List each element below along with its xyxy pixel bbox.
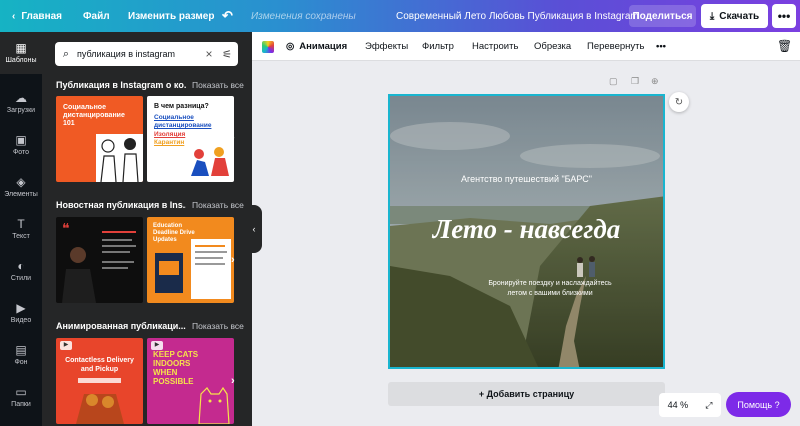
rail-item-styles[interactable]: ◐ Стили <box>0 250 42 292</box>
rail-label: Текст <box>12 233 30 240</box>
note-icon[interactable]: ▢ <box>609 76 618 87</box>
clear-icon[interactable]: × <box>202 47 216 61</box>
chevron-left-icon: ‹ <box>252 224 256 234</box>
show-all-link[interactable]: Показать все <box>192 80 244 90</box>
effects-button[interactable]: Эффекты <box>365 32 408 61</box>
search-icon: ⌕ <box>62 47 70 60</box>
search-box[interactable]: ⌕ публикация в instagram × ⚟ <box>55 42 238 66</box>
people-illustration <box>191 147 229 176</box>
rail-label: Фото <box>12 149 30 156</box>
duplicate-page-icon[interactable]: ❐ <box>631 76 639 87</box>
rail-item-photos[interactable]: ▣ Фото <box>0 124 42 166</box>
zoom-control[interactable]: 44 % ⤢ <box>659 393 721 417</box>
template-thumb[interactable]: ❝ <box>56 217 143 303</box>
folder-icon: ▭ <box>15 385 27 399</box>
add-page-button[interactable]: + Добавить страницу <box>388 382 665 406</box>
food-illustration <box>76 378 124 424</box>
color-picker-button[interactable] <box>262 32 274 61</box>
photo-icon: ▣ <box>15 133 27 147</box>
chevron-right-icon[interactable]: › <box>231 254 235 266</box>
rail-item-text[interactable]: T Текст <box>0 208 42 250</box>
download-button[interactable]: ⤓ Скачать <box>701 4 768 28</box>
rail-item-background[interactable]: ▤ Фон <box>0 334 42 376</box>
more-toolbar-button[interactable]: ••• <box>656 32 666 61</box>
collapse-panel-button[interactable]: ‹ <box>246 205 262 253</box>
rail-item-elements[interactable]: ◈ Элементы <box>0 166 42 208</box>
download-icon: ⤓ <box>709 10 715 22</box>
rail-item-templates[interactable]: ▦ Шаблоны <box>0 32 42 74</box>
video-icon: ▶ <box>16 301 26 315</box>
headline-text[interactable]: Лето - навсегда <box>390 214 663 245</box>
cat-illustration <box>198 386 230 424</box>
crop-button[interactable]: Обрезка <box>534 32 571 61</box>
subtext-line2[interactable]: летом с вашими близкими <box>460 290 640 297</box>
template-thumb[interactable]: ▶ KEEP CATS INDOORS WHEN POSSIBLE <box>147 338 234 424</box>
education-illustration <box>155 239 231 299</box>
rail-item-video[interactable]: ▶ Видео <box>0 292 42 334</box>
rail-label: Видео <box>10 317 32 324</box>
saved-status: Изменения сохранены <box>251 10 356 22</box>
file-menu[interactable]: Файл <box>83 0 110 32</box>
rail-label: Шаблоны <box>5 57 37 64</box>
undo-icon[interactable]: ↶ <box>222 0 233 32</box>
elements-icon: ◈ <box>16 175 26 189</box>
section-title: Публикация в Instagram о ко... <box>56 80 186 90</box>
palette-icon: ◐ <box>17 259 25 273</box>
home-label: Главная <box>21 10 63 22</box>
search-input[interactable]: публикация в instagram <box>77 49 202 59</box>
zoom-level[interactable]: 44 % <box>668 400 689 410</box>
add-page-icon[interactable]: ⊕ <box>651 76 659 87</box>
adjust-button[interactable]: Настроить <box>472 32 518 61</box>
animation-button[interactable]: ◎ Анимация <box>286 32 347 61</box>
more-options-button[interactable]: ••• <box>772 4 796 28</box>
chevron-right-icon[interactable]: › <box>231 375 235 387</box>
section-title: Новостная публикация в Ins... <box>56 200 186 210</box>
top-bar: ‹ Главная Файл Изменить размер ↶ Изменен… <box>0 0 800 32</box>
background-icon: ▤ <box>15 343 27 357</box>
template-thumb[interactable]: ▶ Contactless Delivery and Pickup <box>56 338 143 424</box>
templates-icon: ▦ <box>15 41 27 55</box>
rail-item-folders[interactable]: ▭ Папки <box>0 376 42 418</box>
template-thumb[interactable]: В чем разница? Социальное дистанцировани… <box>147 96 234 182</box>
chevron-left-icon: ‹ <box>12 10 16 22</box>
help-button[interactable]: Помощь ? <box>726 392 791 417</box>
rail-item-uploads[interactable]: ☁ Загрузки <box>0 82 42 124</box>
resize-button[interactable]: Изменить размер <box>128 0 214 32</box>
svg-text:❝: ❝ <box>62 222 70 237</box>
section-title: Анимированная публикаци... <box>56 321 186 331</box>
expand-icon[interactable]: ⤢ <box>705 400 712 411</box>
template-thumb[interactable]: Социальное дистанцирование 101 <box>56 96 143 182</box>
refresh-icon[interactable]: ↻ <box>669 92 689 112</box>
people-illustration <box>96 134 143 182</box>
rail-label: Стили <box>10 275 32 282</box>
subtext-line1[interactable]: Бронируйте поездку и наслаждайтесь <box>460 280 640 287</box>
design-canvas[interactable]: Агентство путешествий "БАРС" Лето - навс… <box>388 94 665 369</box>
trash-icon[interactable]: 🗑 <box>777 39 792 53</box>
templates-panel: ⌕ публикация в instagram × ⚟ Публикация … <box>42 32 252 426</box>
rail-label: Папки <box>11 401 31 408</box>
filter-button[interactable]: Фильтр <box>422 32 454 61</box>
left-rail: ▦ Шаблоны ☁ Загрузки ▣ Фото ◈ Элементы T… <box>0 32 42 426</box>
download-label: Скачать <box>719 10 760 22</box>
rail-label: Фон <box>14 359 28 366</box>
show-all-link[interactable]: Показать все <box>192 200 244 210</box>
text-icon: T <box>17 217 25 231</box>
chevron-right-icon[interactable]: › <box>231 132 235 144</box>
color-swatch-icon <box>262 40 274 53</box>
filter-icon[interactable]: ⚟ <box>216 48 238 61</box>
rail-label: Загрузки <box>6 107 36 114</box>
person-photo: ❝ <box>62 222 136 303</box>
home-button[interactable]: ‹ Главная <box>12 0 62 32</box>
flip-button[interactable]: Перевернуть <box>587 32 644 61</box>
design-title[interactable]: Современный Лето Любовь Публикация в Ins… <box>396 0 639 32</box>
share-button[interactable]: Поделиться <box>629 5 696 27</box>
rail-label: Элементы <box>4 191 38 198</box>
animation-icon: ◎ <box>286 41 295 52</box>
template-thumb[interactable]: Education Deadline Drive Updates <box>147 217 234 303</box>
agency-text[interactable]: Агентство путешествий "БАРС" <box>390 174 663 184</box>
show-all-link[interactable]: Показать все <box>192 321 244 331</box>
animation-label: Анимация <box>299 41 348 52</box>
editor-toolbar: ◎ Анимация Эффекты Фильтр Настроить Обре… <box>252 32 800 61</box>
upload-icon: ☁ <box>15 91 27 105</box>
